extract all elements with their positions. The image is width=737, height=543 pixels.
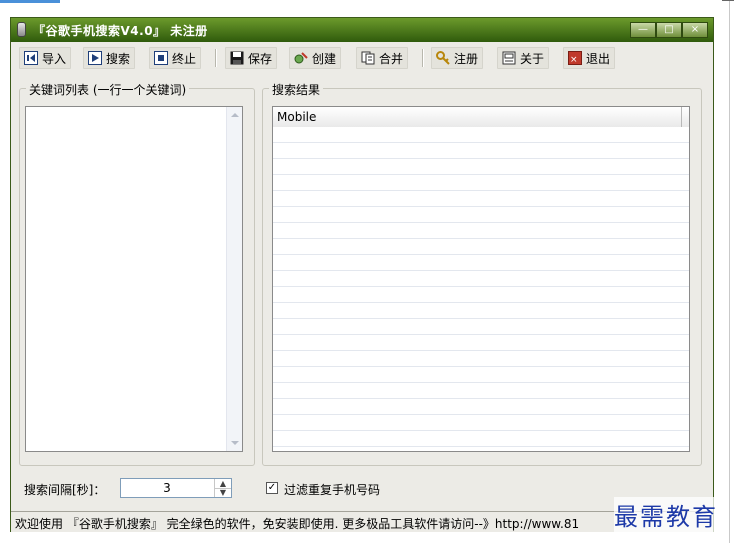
about-label: 关于 [520, 51, 545, 66]
status-bar: 欢迎使用 『谷歌手机搜索』 完全绿色的软件，免安装即使用. 更多极品工具软件请访… [11, 511, 713, 532]
window-controls: — □ × [630, 22, 708, 38]
search-results-title: 搜索结果 [269, 81, 324, 98]
keyword-textarea[interactable] [25, 106, 243, 452]
save-label: 保存 [248, 51, 273, 66]
merge-button[interactable]: 合并 [356, 47, 409, 69]
register-label: 注册 [454, 51, 479, 66]
app-icon [17, 22, 26, 37]
exit-icon: × [568, 51, 582, 65]
merge-label: 合并 [379, 51, 404, 66]
keyword-list-title: 关键词列表 (一行一个关键词) [26, 81, 190, 98]
import-label: 导入 [42, 51, 67, 66]
window-title: 『谷歌手机搜索V4.0』 未注册 [33, 24, 208, 38]
top-left-accent-strip [0, 0, 60, 3]
create-icon [294, 51, 308, 65]
toolbar: 导入 搜索 终止 保存 创建 合并 注册 关于 × 退出 [11, 45, 713, 71]
results-rows [273, 127, 689, 451]
interval-value[interactable]: 3 [121, 481, 213, 495]
results-header: Mobile [273, 107, 689, 128]
key-icon [436, 51, 450, 65]
stop-icon [154, 51, 168, 65]
maximize-button[interactable]: □ [656, 22, 682, 38]
close-button[interactable]: × [682, 22, 708, 38]
watermark: 最需教育 [614, 497, 718, 532]
stepper-down-icon[interactable]: ▼ [215, 488, 231, 497]
about-icon [502, 51, 516, 65]
background-page-edge [729, 0, 737, 543]
keyword-scrollbar[interactable] [226, 107, 242, 451]
interval-label: 搜索间隔[秒]： [24, 483, 106, 497]
svg-text:×: × [570, 55, 578, 65]
background-page-mark [722, 0, 734, 7]
save-disk-icon [230, 51, 244, 65]
search-button[interactable]: 搜索 [83, 47, 136, 69]
exit-button[interactable]: × 退出 [563, 47, 616, 69]
title-bar[interactable]: 『谷歌手机搜索V4.0』 未注册 — □ × [11, 18, 713, 42]
stop-label: 终止 [172, 51, 197, 66]
minimize-button[interactable]: — [630, 22, 656, 38]
interval-stepper[interactable]: 3 ▲ ▼ [120, 478, 232, 498]
import-button[interactable]: 导入 [19, 47, 72, 69]
register-button[interactable]: 注册 [431, 47, 484, 69]
stepper-buttons: ▲ ▼ [214, 479, 231, 497]
import-icon [24, 51, 38, 65]
search-label: 搜索 [106, 51, 131, 66]
about-button[interactable]: 关于 [497, 47, 550, 69]
results-list[interactable]: Mobile [272, 106, 690, 452]
toolbar-separator [215, 49, 217, 67]
search-play-icon [88, 51, 102, 65]
exit-label: 退出 [586, 51, 611, 66]
merge-icon [361, 51, 375, 65]
toolbar-separator [422, 49, 424, 67]
save-button[interactable]: 保存 [225, 47, 278, 69]
create-label: 创建 [312, 51, 337, 66]
filter-duplicates-label[interactable]: 过滤重复手机号码 [284, 481, 380, 498]
stop-button[interactable]: 终止 [149, 47, 202, 69]
scroll-down-icon[interactable] [231, 441, 239, 445]
column-header-mobile[interactable]: Mobile [277, 110, 316, 124]
column-header-end [681, 107, 689, 127]
scroll-up-icon[interactable] [231, 113, 239, 117]
status-text: 欢迎使用 『谷歌手机搜索』 完全绿色的软件，免安装即使用. 更多极品工具软件请访… [15, 517, 580, 531]
filter-duplicates-checkbox[interactable]: ✓ [266, 482, 278, 494]
create-button[interactable]: 创建 [289, 47, 342, 69]
